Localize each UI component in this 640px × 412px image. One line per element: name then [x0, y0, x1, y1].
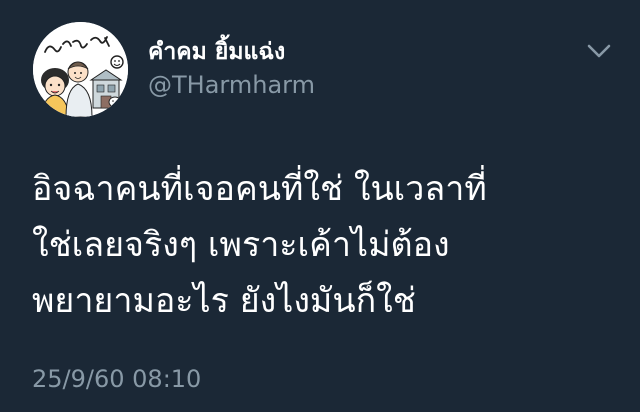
chevron-down-icon[interactable] [583, 40, 615, 64]
display-name[interactable]: คำคม ยิ้มแฉ่ง [148, 34, 285, 70]
tweet-text-line: อิจฉาคนที่เจอคนที่ใช่ ในเวลาที่ [32, 169, 487, 209]
avatar-illustration [33, 22, 128, 117]
tweet-card: คำคม ยิ้มแฉ่ง @THarmharm อิจฉาคนที่เจอคน… [0, 0, 640, 412]
tweet-timestamp[interactable]: 25/9/60 08:10 [32, 365, 201, 393]
avatar[interactable] [33, 22, 128, 117]
tweet-text: อิจฉาคนที่เจอคนที่ใช่ ในเวลาที่ ใช่เลยจร… [32, 161, 622, 329]
tweet-text-line: พยายามอะไร ยังไงมันก็ใช่ [32, 281, 416, 321]
user-handle[interactable]: @THarmharm [148, 71, 315, 99]
tweet-text-line: ใช่เลยจริงๆ เพราะเค้าไม่ต้อง [32, 225, 450, 265]
